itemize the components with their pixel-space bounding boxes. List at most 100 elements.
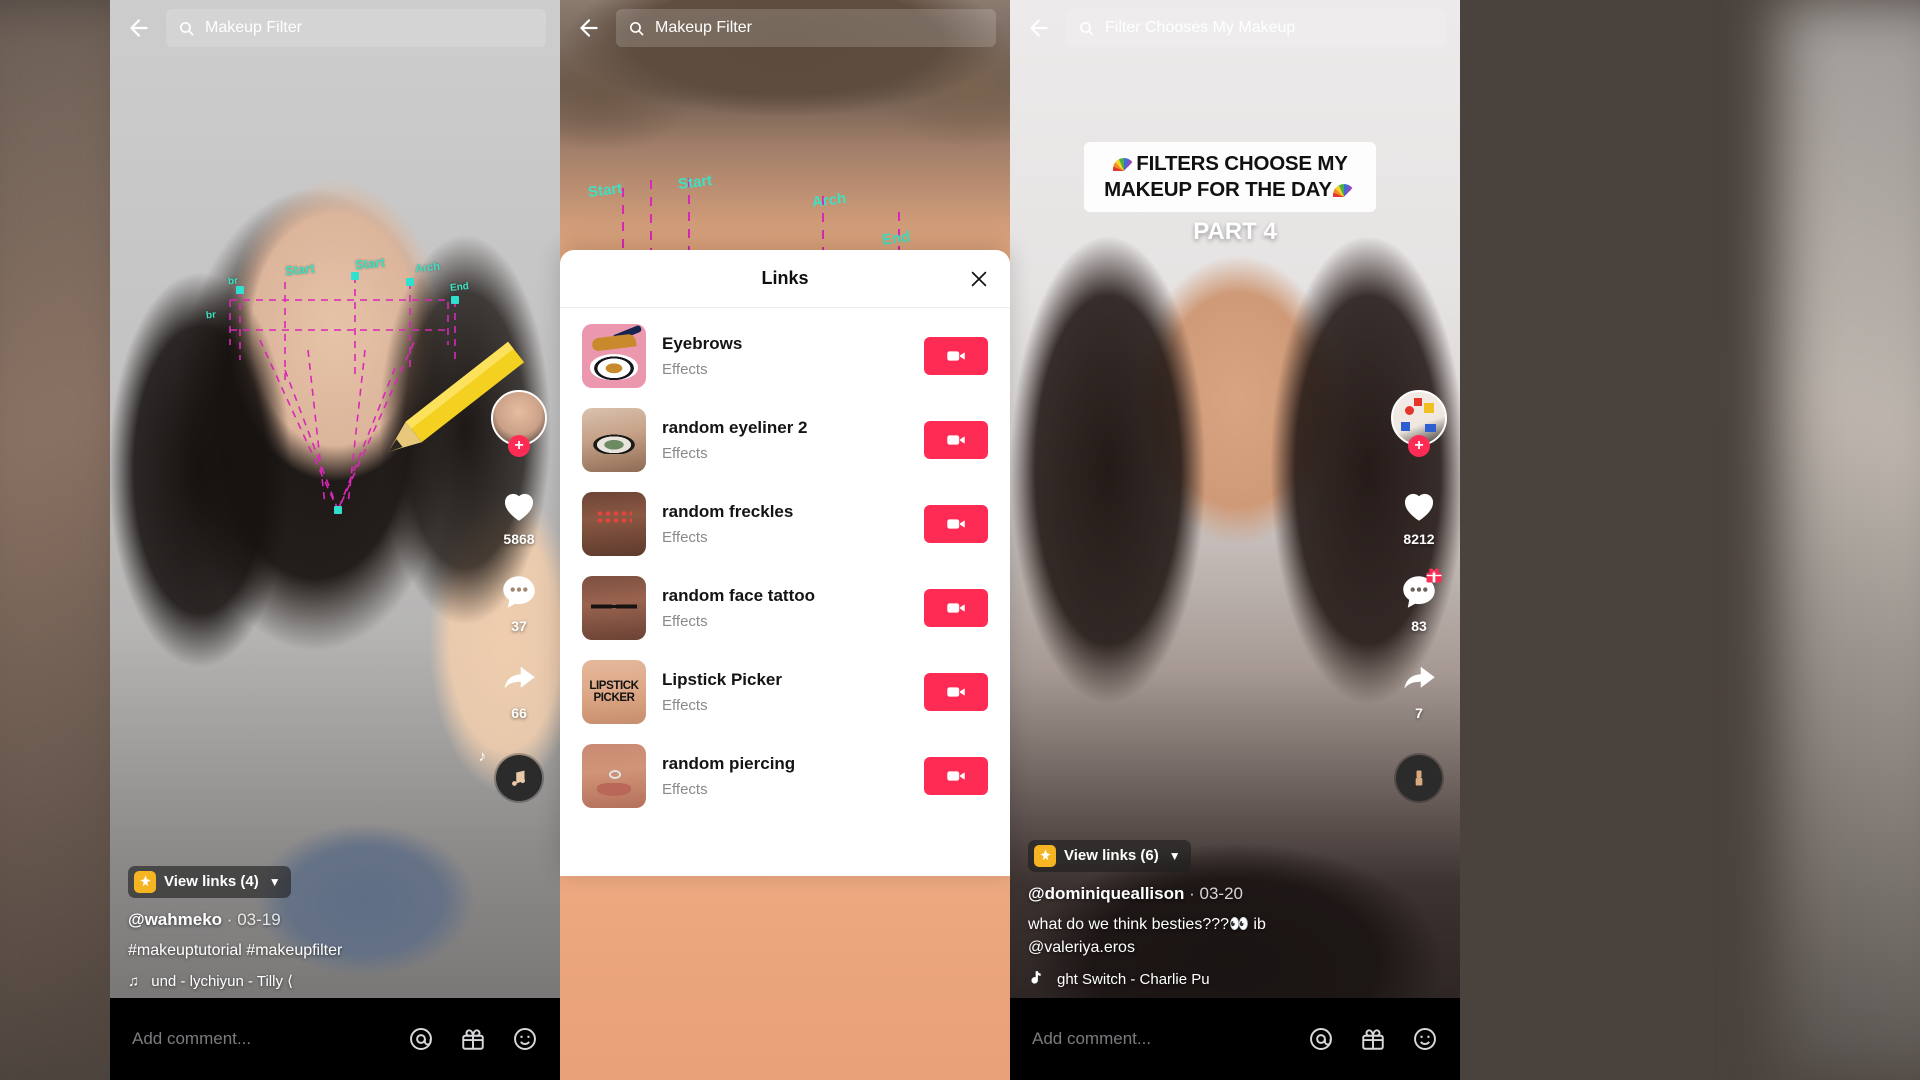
- post-description[interactable]: what do we think besties???👀 ib @valeriy…: [1028, 913, 1380, 959]
- video-camera-icon: [947, 603, 965, 613]
- chevron-down-icon: ▼: [1168, 848, 1181, 863]
- follow-button[interactable]: +: [1408, 435, 1430, 457]
- action-rail-right: + 8212 83 7: [1388, 390, 1450, 801]
- description-line-2: @valeriya.eros: [1028, 938, 1135, 956]
- author-handle[interactable]: @wahmeko · 03-19: [128, 910, 480, 930]
- tattoo-thumb: [582, 576, 646, 640]
- follow-button[interactable]: +: [508, 435, 530, 457]
- caption-left: View links (4) ▼ @wahmeko · 03-19 #makeu…: [128, 865, 480, 991]
- add-comment-input[interactable]: Add comment...: [1032, 1029, 1292, 1049]
- like-button[interactable]: 5868: [498, 484, 540, 547]
- comment-icon: [503, 576, 535, 608]
- like-button[interactable]: 8212: [1398, 484, 1440, 547]
- caption-right: View links (6) ▼ @dominiqueallison · 03-…: [1028, 839, 1380, 990]
- search-input[interactable]: Filter Chooses My Makeup: [1066, 9, 1446, 47]
- view-links-button[interactable]: View links (4) ▼: [128, 865, 291, 898]
- link-subtitle: Effects: [662, 697, 708, 714]
- share-arrow-icon: [1404, 666, 1435, 689]
- link-title: random piercing: [662, 754, 796, 773]
- handle-text: @dominiqueallison: [1028, 883, 1185, 903]
- lipstick-icon: [1415, 770, 1423, 786]
- overlay-line-1: FILTERS CHOOSE MY: [1094, 151, 1366, 177]
- post-date: · 03-19: [226, 909, 281, 929]
- music-disc[interactable]: [1396, 755, 1442, 801]
- share-button[interactable]: 66: [498, 658, 540, 721]
- link-title: random freckles: [662, 502, 794, 521]
- back-arrow-icon[interactable]: [124, 13, 154, 43]
- search-input[interactable]: Makeup Filter: [166, 9, 546, 47]
- links-list: Eyebrows Effects random eyeliner 2 Effec…: [560, 308, 1010, 876]
- list-item[interactable]: random freckles Effects: [560, 482, 1010, 566]
- gift-badge-icon: [1424, 565, 1444, 590]
- handle-text: @wahmeko: [128, 909, 223, 929]
- comment-count: 83: [1411, 618, 1427, 634]
- share-button[interactable]: 7: [1398, 658, 1440, 721]
- list-item[interactable]: random piercing Effects: [560, 734, 1010, 818]
- share-arrow-icon: [504, 666, 535, 689]
- gift-icon[interactable]: [1360, 1026, 1386, 1052]
- post-description[interactable]: #makeuptutorial #makeupfilter: [128, 939, 480, 962]
- comment-bar-right: Add comment...: [1010, 998, 1460, 1080]
- sparkle-icon: [134, 870, 156, 893]
- video-camera-icon: [947, 771, 965, 781]
- heart-icon: [1404, 493, 1434, 521]
- view-links-label: View links (6): [1064, 847, 1159, 865]
- link-title: Lipstick Picker: [662, 670, 783, 689]
- video-camera-icon: [947, 687, 965, 697]
- post-date: · 03-20: [1189, 883, 1243, 903]
- emoji-icon[interactable]: [512, 1026, 538, 1052]
- music-info[interactable]: ♫ und - lychiyun - Tilly ⟨: [128, 972, 480, 991]
- avatar[interactable]: +: [1391, 390, 1447, 457]
- music-title: und - lychiyun - Tilly ⟨: [151, 973, 293, 990]
- at-icon[interactable]: [1308, 1026, 1334, 1052]
- like-count: 8212: [1403, 531, 1435, 547]
- avatar[interactable]: +: [491, 390, 547, 457]
- links-modal-title: Links: [761, 268, 809, 288]
- list-item[interactable]: random eyeliner 2 Effects: [560, 398, 1010, 482]
- add-comment-input[interactable]: Add comment...: [132, 1029, 392, 1049]
- close-icon[interactable]: [968, 268, 990, 290]
- view-links-button[interactable]: View links (6) ▼: [1028, 839, 1191, 872]
- at-icon[interactable]: [408, 1026, 434, 1052]
- search-query-text: Filter Chooses My Makeup: [1105, 19, 1296, 36]
- screenshot-stage: Start Start Arch End br br Makeup Filter…: [0, 0, 1920, 1080]
- link-subtitle: Effects: [662, 529, 708, 546]
- search-input[interactable]: Makeup Filter: [616, 9, 996, 47]
- comment-button[interactable]: 83: [1398, 568, 1442, 634]
- action-rail-left: + 5868 37 66 ♪: [479, 390, 550, 801]
- video-panel-left: Start Start Arch End br br Makeup Filter…: [110, 0, 560, 1080]
- eyeliner-thumb: [582, 408, 646, 472]
- piercing-thumb: [582, 744, 646, 808]
- video-text-overlay: FILTERS CHOOSE MY MAKEUP FOR THE DAY: [1084, 142, 1376, 212]
- back-arrow-icon[interactable]: [1024, 13, 1054, 43]
- music-note-icon: [512, 770, 526, 786]
- use-effect-button[interactable]: [924, 673, 988, 711]
- music-info[interactable]: ght Switch - Charlie Pu: [1028, 969, 1380, 990]
- emoji-icon[interactable]: [1412, 1026, 1438, 1052]
- links-modal: Links Eyebrows Effects random eyeliner 2: [560, 250, 1010, 876]
- gift-icon[interactable]: [460, 1026, 486, 1052]
- thumb-text-top: LIPSTICK: [589, 679, 639, 692]
- video-camera-icon: [947, 519, 965, 529]
- author-handle[interactable]: @dominiqueallison · 03-20: [1028, 884, 1380, 904]
- use-effect-button[interactable]: [924, 421, 988, 459]
- lipstick-thumb: LIPSTICK PICKER: [582, 660, 646, 724]
- link-subtitle: Effects: [662, 613, 708, 630]
- list-item[interactable]: Eyebrows Effects: [560, 314, 1010, 398]
- rainbow-icon: [1332, 183, 1355, 197]
- list-item[interactable]: random face tattoo Effects: [560, 566, 1010, 650]
- description-line-1: what do we think besties???👀 ib: [1028, 915, 1266, 933]
- music-disc[interactable]: [496, 755, 542, 801]
- use-effect-button[interactable]: [924, 505, 988, 543]
- share-count: 66: [511, 705, 527, 721]
- freckles-thumb: [582, 492, 646, 556]
- comment-button[interactable]: 37: [498, 571, 540, 634]
- back-arrow-icon[interactable]: [574, 13, 604, 43]
- use-effect-button[interactable]: [924, 337, 988, 375]
- overlay-line-2: MAKEUP FOR THE DAY: [1094, 177, 1366, 203]
- list-item[interactable]: LIPSTICK PICKER Lipstick Picker Effects: [560, 650, 1010, 734]
- use-effect-button[interactable]: [924, 589, 988, 627]
- search-icon: [178, 20, 195, 37]
- comment-count: 37: [511, 618, 527, 634]
- use-effect-button[interactable]: [924, 757, 988, 795]
